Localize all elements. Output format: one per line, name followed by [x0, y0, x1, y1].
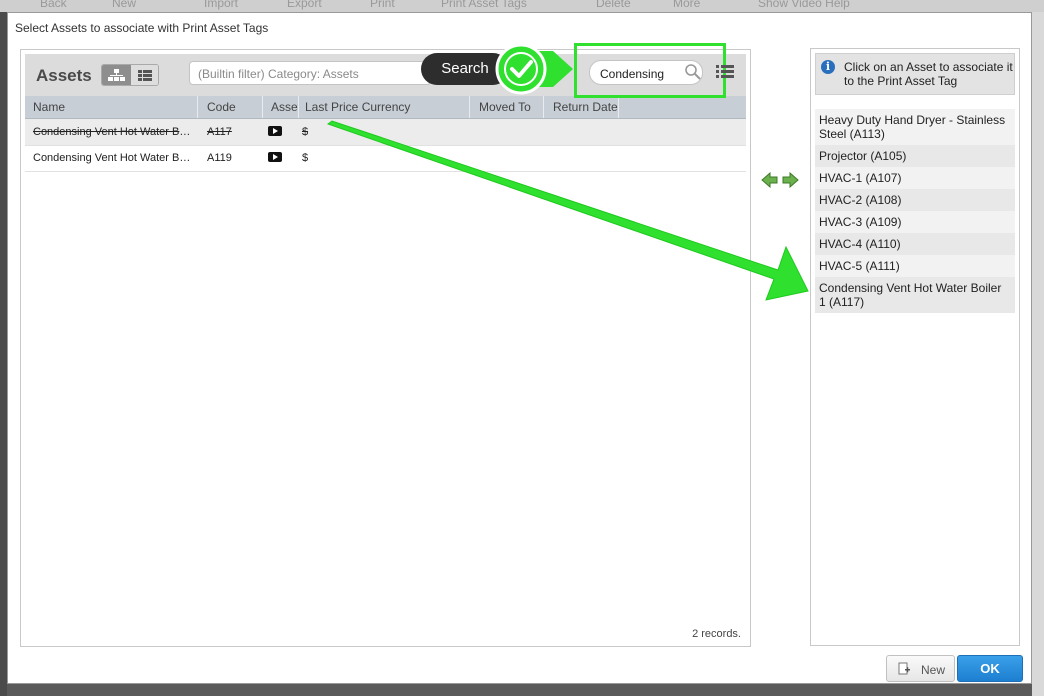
grid-view-button[interactable] — [131, 65, 158, 85]
background-left-strip — [0, 12, 7, 696]
background-right-strip — [1032, 12, 1044, 696]
add-document-icon — [898, 662, 910, 675]
record-count: 2 records. — [692, 628, 741, 640]
list-item[interactable]: HVAC-2 (A108) — [815, 189, 1015, 212]
background-toolbar: Back New Import Export Print Print Asset… — [0, 0, 1044, 12]
bg-import: Import — [204, 0, 239, 10]
column-moved-to[interactable]: Moved To — [479, 100, 531, 114]
bg-more: More — [673, 0, 701, 10]
bg-show-video-help: Show Video Help — [758, 0, 850, 10]
list-item[interactable]: Condensing Vent Hot Water Boiler 1 (A117… — [815, 277, 1015, 314]
search-icon[interactable] — [684, 63, 702, 81]
bg-print-asset-tags: Print Asset Tags — [441, 0, 527, 10]
view-toggle — [101, 64, 159, 86]
row-name: Condensing Vent Hot Water Boil... — [33, 152, 195, 164]
column-menu-icon[interactable] — [716, 64, 734, 80]
row-code: A119 — [207, 152, 232, 164]
grid-icon — [138, 70, 152, 81]
info-text: Click on an Asset to associate it to the… — [844, 60, 1013, 88]
info-icon: i — [821, 60, 835, 74]
list-item[interactable]: HVAC-4 (A110) — [815, 233, 1015, 256]
grid-column-header: Name Code Asset Last Price Currency Move… — [25, 96, 746, 119]
row-currency: $ — [302, 152, 309, 164]
row-currency: $ — [302, 126, 309, 138]
builtin-filter-input[interactable]: (Builtin filter) Category: Assets — [189, 61, 431, 85]
list-item[interactable]: HVAC-5 (A111) — [815, 255, 1015, 278]
column-asset[interactable]: Asset — [271, 100, 298, 114]
panel-title: Assets — [36, 66, 92, 85]
bg-export: Export — [287, 0, 322, 10]
row-name: Condensing Vent Hot Water Boil... — [33, 126, 195, 138]
ok-button[interactable]: OK — [957, 655, 1023, 682]
print-asset-tag-panel: i Click on an Asset to associate it to t… — [810, 48, 1020, 646]
new-button[interactable]: New — [886, 655, 955, 682]
new-button-label: New — [921, 663, 946, 677]
hierarchy-icon — [108, 69, 125, 81]
bg-back: Back — [40, 0, 67, 10]
bg-delete: Delete — [596, 0, 631, 10]
video-icon[interactable] — [268, 152, 282, 162]
checkmark-icon — [495, 43, 573, 95]
video-icon[interactable] — [268, 126, 282, 136]
column-code[interactable]: Code — [207, 100, 236, 114]
table-row[interactable]: Condensing Vent Hot Water Boil... A117 $ — [25, 119, 746, 146]
column-return-date[interactable]: Return Date — [553, 100, 618, 114]
list-item[interactable]: Heavy Duty Hand Dryer - Stainless Steel … — [815, 109, 1015, 146]
assets-grid-panel: Assets (Builtin filter) Category: Assets… — [20, 49, 751, 647]
transfer-arrows-icon[interactable] — [760, 171, 800, 189]
list-item[interactable]: HVAC-1 (A107) — [815, 167, 1015, 190]
table-row[interactable]: Condensing Vent Hot Water Boil... A119 $ — [25, 145, 746, 172]
info-box: i Click on an Asset to associate it to t… — [815, 53, 1015, 95]
list-item[interactable]: HVAC-3 (A109) — [815, 211, 1015, 234]
column-last-price-currency[interactable]: Last Price Currency — [305, 100, 410, 114]
row-code: A117 — [207, 126, 232, 138]
column-name[interactable]: Name — [33, 100, 65, 114]
bg-print: Print — [370, 0, 395, 10]
search-input[interactable] — [598, 64, 682, 83]
list-item[interactable]: Projector (A105) — [815, 145, 1015, 168]
bg-new: New — [112, 0, 137, 10]
dialog-title: Select Assets to associate with Print As… — [15, 21, 269, 35]
tree-view-button[interactable] — [102, 65, 131, 85]
select-assets-dialog: Select Assets to associate with Print As… — [7, 12, 1032, 684]
